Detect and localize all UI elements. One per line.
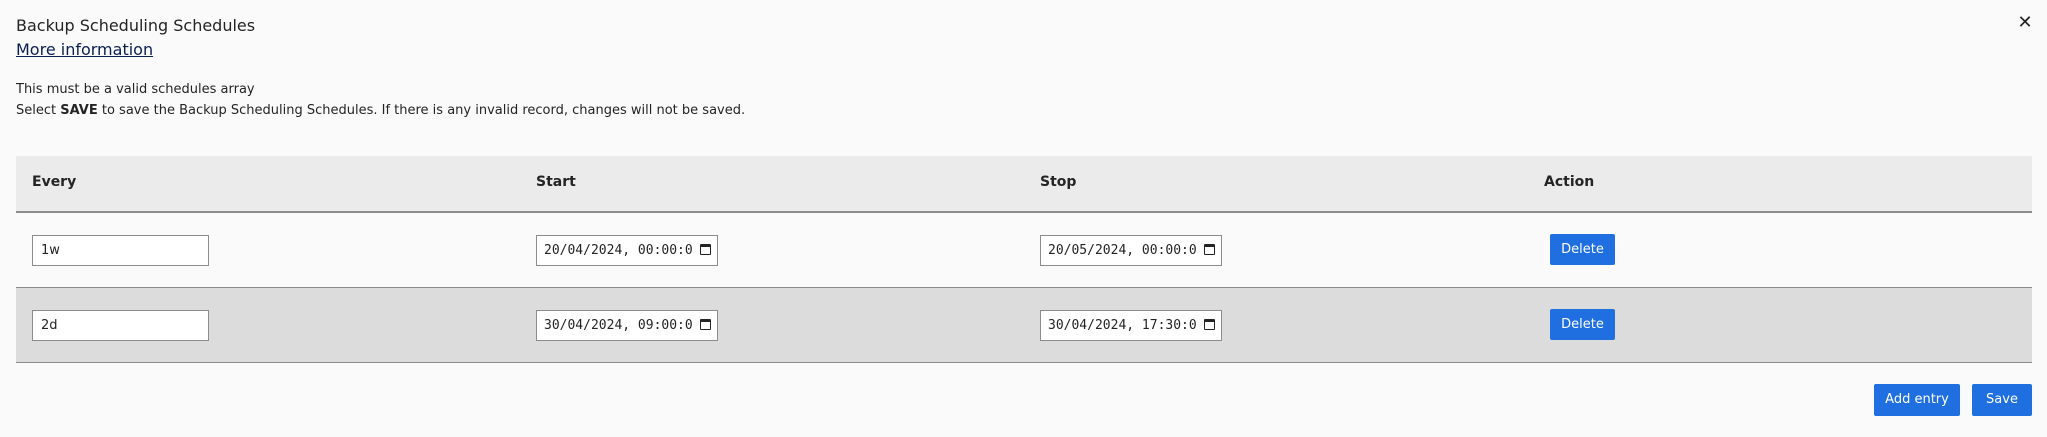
save-button[interactable]: Save [1972, 384, 2032, 416]
calendar-icon[interactable] [1204, 244, 1215, 255]
table-row: 2d 30/04/2024, 09:00:00 30/04/2024, 17:3… [16, 288, 2032, 363]
dialog-title: Backup Scheduling Schedules [16, 16, 256, 35]
stop-datetime-input[interactable]: 20/05/2024, 00:00:00 [1040, 235, 1222, 266]
start-datetime-input[interactable]: 30/04/2024, 09:00:00 [536, 310, 718, 341]
close-icon[interactable]: ✕ [2015, 14, 2035, 34]
table-row: 1w 20/04/2024, 00:00:00 20/05/2024, 00:0… [16, 213, 2032, 288]
column-header-action: Action [1544, 174, 1595, 190]
start-datetime-input[interactable]: 20/04/2024, 00:00:00 [536, 235, 718, 266]
column-header-stop: Stop [1040, 174, 1077, 190]
description-line-1: This must be a valid schedules array [16, 82, 255, 97]
calendar-icon[interactable] [1204, 319, 1215, 330]
every-input[interactable]: 1w [32, 235, 209, 266]
stop-datetime-input[interactable]: 30/04/2024, 17:30:00 [1040, 310, 1222, 341]
schedules-table: Every Start Stop Action 1w 20/04/2024, 0… [16, 156, 2032, 363]
start-datetime-value: 20/04/2024, 00:00:00 [544, 243, 692, 258]
column-header-every: Every [32, 174, 77, 190]
description-suffix: to save the Backup Scheduling Schedules.… [97, 103, 746, 118]
table-header: Every Start Stop Action [16, 156, 2032, 213]
delete-button[interactable]: Delete [1550, 234, 1615, 265]
delete-button[interactable]: Delete [1550, 309, 1615, 340]
stop-datetime-value: 30/04/2024, 17:30:00 [1048, 318, 1196, 333]
calendar-icon[interactable] [700, 319, 711, 330]
description-prefix: Select [16, 103, 61, 118]
description-line-2: Select SAVE to save the Backup Schedulin… [16, 103, 745, 118]
more-information-link[interactable]: More information [16, 40, 153, 59]
start-datetime-value: 30/04/2024, 09:00:00 [544, 318, 692, 333]
stop-datetime-value: 20/05/2024, 00:00:00 [1048, 243, 1196, 258]
column-header-start: Start [536, 174, 576, 190]
calendar-icon[interactable] [700, 244, 711, 255]
every-input[interactable]: 2d [32, 310, 209, 341]
schedules-dialog: ✕ Backup Scheduling Schedules More infor… [0, 0, 2047, 437]
add-entry-button[interactable]: Add entry [1874, 384, 1960, 416]
description-save-keyword: SAVE [60, 103, 98, 118]
